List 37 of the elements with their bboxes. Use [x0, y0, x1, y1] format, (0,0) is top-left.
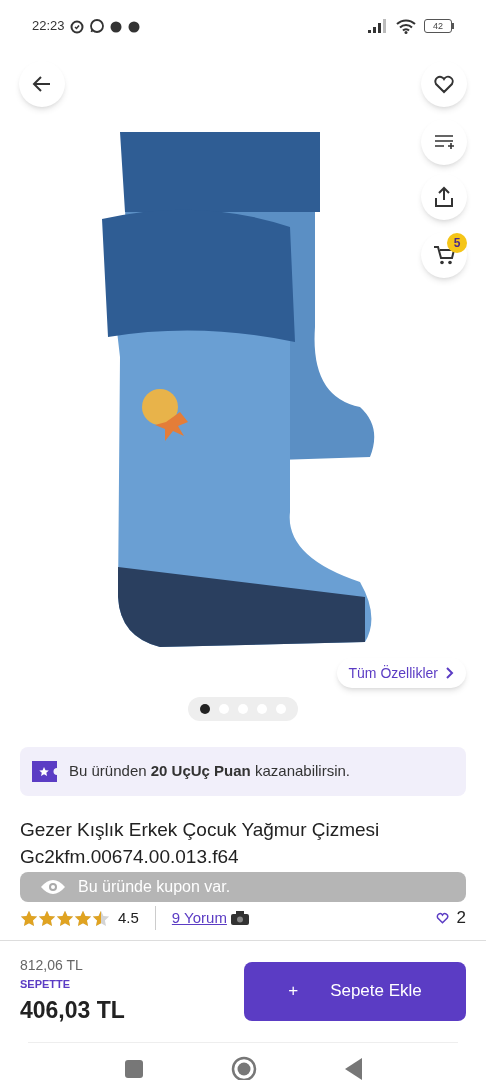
heart-icon: [433, 74, 455, 94]
basket-price: 406,03 TL: [20, 995, 125, 1025]
cart-button[interactable]: [421, 232, 467, 278]
clock-time: 22:23: [32, 17, 65, 36]
share-button[interactable]: [421, 174, 467, 220]
share-icon: [434, 186, 454, 208]
old-price: 812,06 TL: [20, 956, 84, 975]
reviews-link[interactable]: 9 Yorum: [171, 906, 227, 930]
chat-icon: [88, 18, 105, 34]
battery-icon: 42: [424, 19, 454, 33]
like-count: 2: [456, 907, 466, 930]
signal-icon: [368, 19, 388, 33]
list-add-icon: [434, 134, 454, 150]
heart-icon: [435, 912, 449, 924]
coupon-text: Bu üründe kupon var.: [78, 877, 231, 897]
back-arrow-icon: [32, 74, 52, 94]
back-button[interactable]: [19, 61, 65, 107]
back-icon[interactable]: [344, 1058, 362, 1080]
recent-apps-icon[interactable]: [124, 1060, 143, 1078]
rating-value: 4.5: [118, 907, 139, 928]
cart-icon: [433, 244, 455, 266]
home-icon[interactable]: [230, 1056, 257, 1080]
favorite-button[interactable]: [421, 61, 467, 107]
add-to-cart-button[interactable]: + Sepete Ekle: [244, 961, 466, 1021]
eye-icon: [40, 878, 66, 896]
ticket-icon: [32, 761, 57, 782]
alarm-icon: [68, 18, 85, 34]
compare-button[interactable]: [421, 119, 467, 165]
wifi-icon: [396, 18, 416, 34]
all-features-button[interactable]: Tüm Özellikler: [336, 658, 466, 688]
app-icon: [126, 19, 141, 33]
app-icon: [108, 19, 123, 33]
camera-icon: [230, 911, 249, 925]
product-title: Gezer Kışlık Erkek Çocuk Yağmur Çizmesi Gc2kfm.00674.00.013.f64: [20, 818, 381, 869]
chevron-right-icon: [446, 667, 454, 679]
basket-label: SEPETTE: [20, 977, 72, 992]
points-text: Bu üründen 20 UçUç Puan kazanabilirsin.: [69, 761, 350, 782]
